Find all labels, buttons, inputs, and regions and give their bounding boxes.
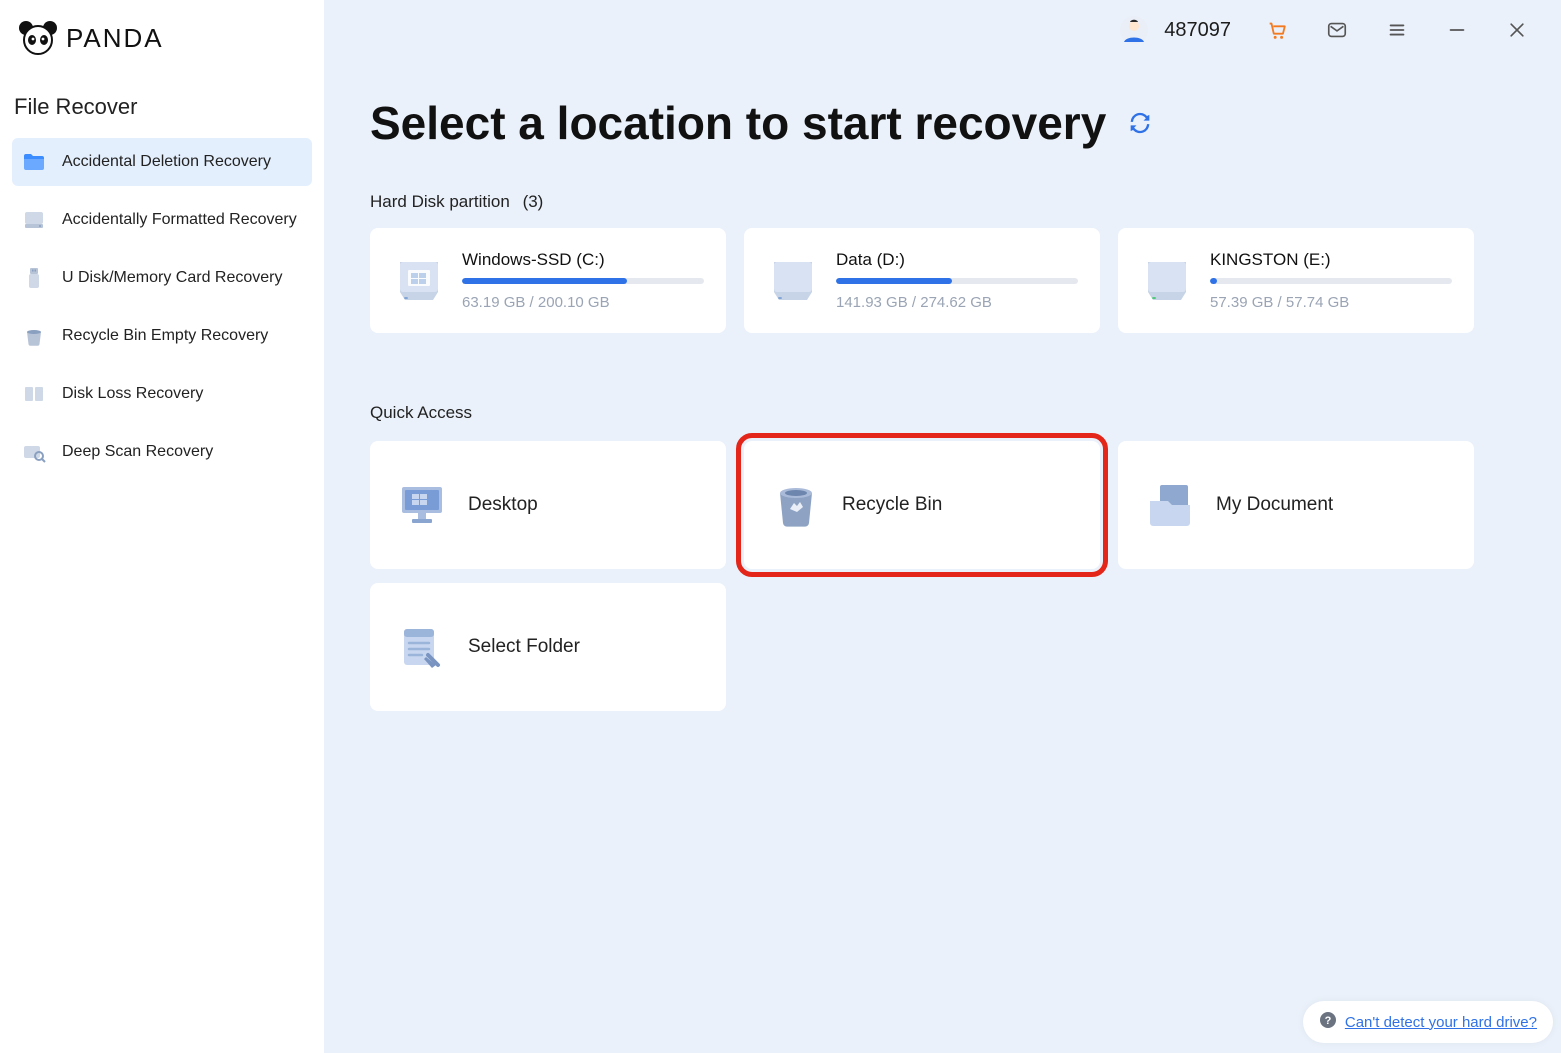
- disks-label: Hard Disk partition: [370, 192, 510, 211]
- help-bubble[interactable]: ? Can't detect your hard drive?: [1303, 1001, 1553, 1043]
- quick-label: Recycle Bin: [842, 494, 942, 516]
- disk-info: Windows-SSD (C:) 63.19 GB / 200.10 GB: [462, 250, 704, 311]
- quick-grid: Desktop Recycle Bin: [370, 441, 1515, 711]
- disk-external-icon: [1140, 254, 1194, 308]
- cart-icon[interactable]: [1255, 12, 1299, 48]
- sidebar-item-deep-scan[interactable]: Deep Scan Recovery: [12, 428, 312, 476]
- sidebar-item-label: Accidentally Formatted Recovery: [62, 211, 297, 229]
- disk-card-d[interactable]: Data (D:) 141.93 GB / 274.62 GB: [744, 228, 1100, 333]
- sidebar-item-label: Recycle Bin Empty Recovery: [62, 327, 268, 345]
- disk-name: Windows-SSD (C:): [462, 250, 704, 270]
- recycle-bin-icon: [770, 479, 822, 531]
- svg-text:?: ?: [1324, 1015, 1331, 1027]
- disk-data-icon: [766, 254, 820, 308]
- usb-icon: [22, 266, 46, 290]
- sidebar-item-label: Accidental Deletion Recovery: [62, 153, 271, 171]
- avatar-icon[interactable]: [1120, 16, 1148, 44]
- disk-usage-fill: [836, 278, 952, 284]
- user-id: 487097: [1164, 19, 1231, 42]
- sidebar-item-label: Disk Loss Recovery: [62, 385, 203, 403]
- disk-usage-bar: [836, 278, 1078, 284]
- sidebar-nav: Accidental Deletion Recovery Accidentall…: [0, 134, 324, 480]
- desktop-icon: [396, 479, 448, 531]
- disk-size: 57.39 GB / 57.74 GB: [1210, 294, 1452, 311]
- quick-label: Desktop: [468, 494, 538, 516]
- sidebar-item-usb[interactable]: U Disk/Memory Card Recovery: [12, 254, 312, 302]
- quick-row: Desktop Recycle Bin: [370, 441, 1515, 569]
- minimize-icon[interactable]: [1435, 12, 1479, 48]
- sidebar-item-label: Deep Scan Recovery: [62, 443, 213, 461]
- sidebar: PANDA File Recover Accidental Deletion R…: [0, 0, 324, 1053]
- disk-windows-icon: [392, 254, 446, 308]
- disks-count: (3): [523, 192, 544, 211]
- sidebar-item-disk-loss[interactable]: Disk Loss Recovery: [12, 370, 312, 418]
- main-area: 487097: [324, 0, 1561, 1053]
- sidebar-item-recycle-bin[interactable]: Recycle Bin Empty Recovery: [12, 312, 312, 360]
- disk-broken-icon: [22, 382, 46, 406]
- quick-card-select-folder[interactable]: Select Folder: [370, 583, 726, 711]
- quick-label: Select Folder: [468, 636, 580, 658]
- disk-info: KINGSTON (E:) 57.39 GB / 57.74 GB: [1210, 250, 1452, 311]
- disk-usage-fill: [462, 278, 627, 284]
- sidebar-item-label: U Disk/Memory Card Recovery: [62, 269, 282, 287]
- quick-row: Select Folder: [370, 583, 1515, 711]
- disk-size: 141.93 GB / 274.62 GB: [836, 294, 1078, 311]
- menu-icon[interactable]: [1375, 12, 1419, 48]
- quick-card-my-document[interactable]: My Document: [1118, 441, 1474, 569]
- disk-card-c[interactable]: Windows-SSD (C:) 63.19 GB / 200.10 GB: [370, 228, 726, 333]
- disk-info: Data (D:) 141.93 GB / 274.62 GB: [836, 250, 1078, 311]
- app-root: PANDA File Recover Accidental Deletion R…: [0, 0, 1561, 1053]
- sidebar-item-formatted[interactable]: Accidentally Formatted Recovery: [12, 196, 312, 244]
- quick-heading: Quick Access: [370, 403, 1515, 423]
- disk-name: KINGSTON (E:): [1210, 250, 1452, 270]
- disk-card-e[interactable]: KINGSTON (E:) 57.39 GB / 57.74 GB: [1118, 228, 1474, 333]
- help-icon: ?: [1319, 1011, 1337, 1033]
- mail-icon[interactable]: [1315, 12, 1359, 48]
- bin-small-icon: [22, 324, 46, 348]
- content: Select a location to start recovery Hard…: [324, 56, 1561, 1053]
- disk-usage-bar: [1210, 278, 1452, 284]
- magnify-drive-icon: [22, 440, 46, 464]
- sidebar-section-title: File Recover: [0, 82, 324, 134]
- disk-usage-fill: [1210, 278, 1217, 284]
- disk-size: 63.19 GB / 200.10 GB: [462, 294, 704, 311]
- select-folder-icon: [396, 621, 448, 673]
- folder-icon: [22, 150, 46, 174]
- disk-list: Windows-SSD (C:) 63.19 GB / 200.10 GB: [370, 228, 1515, 333]
- refresh-icon[interactable]: [1126, 109, 1154, 137]
- page-title-row: Select a location to start recovery: [370, 96, 1515, 150]
- titlebar: 487097: [324, 0, 1561, 56]
- document-icon: [1144, 479, 1196, 531]
- panda-logo-icon: [18, 18, 58, 58]
- page-title: Select a location to start recovery: [370, 96, 1106, 150]
- quick-label: My Document: [1216, 494, 1333, 516]
- close-icon[interactable]: [1495, 12, 1539, 48]
- brand-logo: PANDA: [0, 12, 324, 82]
- disks-heading: Hard Disk partition (3): [370, 192, 1515, 212]
- quick-card-desktop[interactable]: Desktop: [370, 441, 726, 569]
- drive-icon: [22, 208, 46, 232]
- disk-usage-bar: [462, 278, 704, 284]
- quick-card-recycle-bin[interactable]: Recycle Bin: [744, 441, 1100, 569]
- disk-name: Data (D:): [836, 250, 1078, 270]
- sidebar-item-accidental-deletion[interactable]: Accidental Deletion Recovery: [12, 138, 312, 186]
- help-text: Can't detect your hard drive?: [1345, 1014, 1537, 1031]
- brand-name: PANDA: [66, 23, 164, 54]
